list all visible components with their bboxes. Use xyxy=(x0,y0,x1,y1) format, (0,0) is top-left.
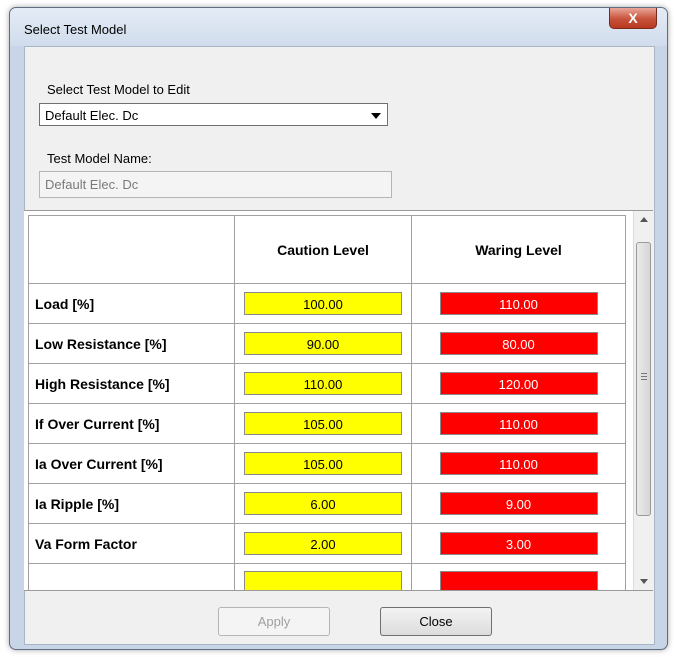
grip-icon xyxy=(641,373,647,374)
threshold-grid: Caution Level Waring Level Load [%] 100.… xyxy=(24,210,653,591)
caution-level-header: Caution Level xyxy=(234,215,412,284)
chevron-down-icon xyxy=(371,113,381,119)
close-button[interactable]: Close xyxy=(380,607,492,636)
model-name-label: Test Model Name: xyxy=(47,151,152,166)
dialog-content: Select Test Model to Edit Default Elec. … xyxy=(24,46,655,645)
apply-button[interactable]: Apply xyxy=(218,607,330,636)
title-bar[interactable]: Select Test Model X xyxy=(10,8,667,46)
caution-value[interactable]: 90.00 xyxy=(244,332,402,355)
warning-cell: 110.00 xyxy=(411,283,626,324)
warning-value[interactable]: 110.00 xyxy=(439,292,598,315)
caution-cell xyxy=(234,563,412,590)
caution-value[interactable]: 110.00 xyxy=(244,372,402,395)
grid-row-low-resistance: Low Resistance [%] 90.00 80.00 xyxy=(28,323,626,364)
warning-cell: 80.00 xyxy=(411,323,626,364)
warning-cell xyxy=(411,563,626,590)
warning-value[interactable]: 3.00 xyxy=(439,532,598,555)
row-label: Va Form Factor xyxy=(28,523,235,564)
model-select-dropdown[interactable]: Default Elec. Dc xyxy=(39,103,388,126)
row-label: Load [%] xyxy=(28,283,235,324)
model-name-field-box xyxy=(39,171,392,198)
caution-cell: 90.00 xyxy=(234,323,412,364)
caution-value[interactable] xyxy=(244,570,402,590)
caution-cell: 105.00 xyxy=(234,403,412,444)
caution-cell: 100.00 xyxy=(234,283,412,324)
warning-value[interactable]: 9.00 xyxy=(439,492,598,515)
caution-cell: 2.00 xyxy=(234,523,412,564)
close-window-button[interactable]: X xyxy=(609,8,657,29)
row-label: Ia Ripple [%] xyxy=(28,483,235,524)
caution-value[interactable]: 105.00 xyxy=(244,412,402,435)
dialog-window: Select Test Model X Select Test Model to… xyxy=(9,7,668,650)
caution-value[interactable]: 6.00 xyxy=(244,492,402,515)
caution-value[interactable]: 2.00 xyxy=(244,532,402,555)
caution-cell: 110.00 xyxy=(234,363,412,404)
row-label: Ia Over Current [%] xyxy=(28,443,235,484)
row-label: High Resistance [%] xyxy=(28,363,235,404)
warning-value[interactable]: 110.00 xyxy=(439,452,598,475)
caution-cell: 6.00 xyxy=(234,483,412,524)
grip-icon xyxy=(641,376,647,377)
close-icon: X xyxy=(628,10,638,26)
threshold-table: Caution Level Waring Level Load [%] 100.… xyxy=(28,215,626,590)
scroll-up-button[interactable] xyxy=(634,211,653,228)
grid-row-high-resistance: High Resistance [%] 110.00 120.00 xyxy=(28,363,626,404)
warning-value[interactable]: 110.00 xyxy=(439,412,598,435)
warning-cell: 3.00 xyxy=(411,523,626,564)
arrow-down-icon xyxy=(639,579,648,584)
warning-value[interactable]: 120.00 xyxy=(439,372,598,395)
grid-row-ia-ripple: Ia Ripple [%] 6.00 9.00 xyxy=(28,483,626,524)
grid-row-if-over-current: If Over Current [%] 105.00 110.00 xyxy=(28,403,626,444)
row-label xyxy=(28,563,235,590)
warning-value[interactable]: 80.00 xyxy=(439,332,598,355)
grid-row-load: Load [%] 100.00 110.00 xyxy=(28,283,626,324)
model-name-field[interactable] xyxy=(40,172,391,197)
vertical-scrollbar[interactable] xyxy=(633,211,653,590)
grid-row-va-form-factor: Va Form Factor 2.00 3.00 xyxy=(28,523,626,564)
warning-cell: 9.00 xyxy=(411,483,626,524)
model-select-value: Default Elec. Dc xyxy=(45,108,139,123)
warning-cell: 120.00 xyxy=(411,363,626,404)
warning-cell: 110.00 xyxy=(411,403,626,444)
grid-header-row: Caution Level Waring Level xyxy=(28,215,626,284)
scroll-down-button[interactable] xyxy=(634,573,653,590)
grid-row-ia-over-current: Ia Over Current [%] 105.00 110.00 xyxy=(28,443,626,484)
select-model-label: Select Test Model to Edit xyxy=(47,82,190,97)
row-label: Low Resistance [%] xyxy=(28,323,235,364)
caution-value[interactable]: 100.00 xyxy=(244,292,402,315)
row-label: If Over Current [%] xyxy=(28,403,235,444)
grid-corner-header xyxy=(28,215,235,284)
warning-value[interactable] xyxy=(439,570,598,590)
window-title: Select Test Model xyxy=(24,22,127,37)
grid-row-partial xyxy=(28,563,626,590)
grip-icon xyxy=(641,379,647,380)
caution-value[interactable]: 105.00 xyxy=(244,452,402,475)
caution-cell: 105.00 xyxy=(234,443,412,484)
arrow-up-icon xyxy=(639,217,648,222)
scroll-thumb[interactable] xyxy=(636,242,651,516)
warning-cell: 110.00 xyxy=(411,443,626,484)
warning-level-header: Waring Level xyxy=(411,215,626,284)
